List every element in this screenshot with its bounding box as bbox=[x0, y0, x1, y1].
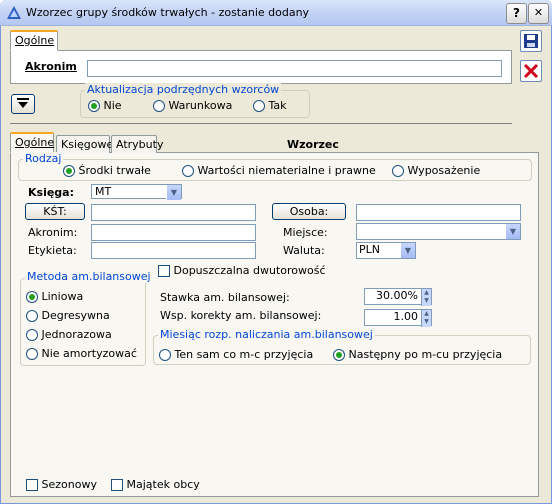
kst-button[interactable]: KŚT: bbox=[25, 203, 85, 220]
miesiac-ten-sam[interactable]: Ten sam co m-c przyjęcia bbox=[159, 348, 313, 361]
rodzaj-title: Rodzaj bbox=[23, 152, 64, 165]
stawka-input[interactable]: 30.00% ▲ ▼ bbox=[364, 288, 432, 306]
chevron-down-icon[interactable]: ▼ bbox=[505, 224, 520, 239]
radio-ten-sam[interactable] bbox=[159, 349, 171, 361]
cancel-icon bbox=[523, 63, 539, 79]
akronim2-label: Akronim: bbox=[28, 226, 78, 239]
save-icon bbox=[524, 34, 538, 48]
aktualizacja-warunkowa[interactable]: Warunkowa bbox=[153, 99, 232, 112]
metoda-title: Metoda am.bilansowej bbox=[25, 270, 153, 283]
aktualizacja-tak[interactable]: Tak bbox=[253, 99, 287, 112]
ksiega-select[interactable]: MT ▼ bbox=[91, 184, 182, 200]
radio-wyposazenie[interactable] bbox=[392, 165, 404, 177]
metoda-degresywna[interactable]: Degresywna bbox=[26, 309, 110, 322]
radio-nastepny[interactable] bbox=[333, 349, 345, 361]
close-button[interactable]: ✕ bbox=[528, 3, 549, 24]
radio-wartosci[interactable] bbox=[182, 165, 194, 177]
radio-warunkowa[interactable] bbox=[153, 100, 165, 112]
radio-liniowa[interactable] bbox=[26, 291, 38, 303]
app-icon bbox=[6, 5, 22, 21]
rodzaj-srodki[interactable]: Środki trwałe bbox=[63, 164, 151, 177]
tab-ksiegowe[interactable]: Księgowe bbox=[56, 135, 113, 153]
spinner[interactable]: ▲ ▼ bbox=[421, 310, 431, 327]
wsp-input[interactable]: 1.00 ▲ ▼ bbox=[364, 309, 432, 327]
waluta-label: Waluta: bbox=[283, 244, 325, 257]
osoba-input[interactable] bbox=[356, 204, 521, 221]
radio-tak[interactable] bbox=[253, 100, 265, 112]
akronim-input[interactable] bbox=[87, 60, 502, 77]
tab-top-ogolne-label: Ogólne bbox=[15, 34, 55, 47]
arrow-down-icon bbox=[17, 98, 29, 108]
save-button[interactable] bbox=[520, 30, 542, 52]
tab-ogolne[interactable]: Ogólne bbox=[10, 132, 54, 153]
checkbox[interactable] bbox=[111, 479, 123, 491]
majatek-checkbox[interactable]: Majątek obcy bbox=[111, 478, 200, 491]
waluta-select[interactable]: PLN ▼ bbox=[356, 242, 416, 259]
miejsce-select[interactable]: ▼ bbox=[356, 223, 521, 240]
radio-nie[interactable] bbox=[88, 100, 100, 112]
checkbox[interactable] bbox=[26, 479, 38, 491]
radio-nie-amortyzowac[interactable] bbox=[26, 348, 38, 360]
metoda-nie-amortyzowac[interactable]: Nie amortyzować bbox=[26, 347, 137, 360]
rodzaj-wartosci[interactable]: Wartości niematerialne i prawne bbox=[182, 164, 376, 177]
radio-srodki[interactable] bbox=[63, 165, 75, 177]
etykieta-input[interactable] bbox=[91, 242, 256, 259]
chevron-down-icon[interactable]: ▼ bbox=[166, 185, 181, 200]
akronim-label: Akronim bbox=[25, 60, 77, 73]
sezonowy-checkbox[interactable]: Sezonowy bbox=[26, 478, 97, 491]
checkbox[interactable] bbox=[158, 265, 170, 277]
tab-top-ogolne[interactable]: Ogólne bbox=[10, 30, 58, 51]
aktualizacja-title: Aktualizacja podrzędnych wzorców bbox=[85, 83, 282, 96]
ksiega-label: Księga: bbox=[28, 186, 74, 199]
miejsce-label: Miejsce: bbox=[283, 226, 328, 239]
divider bbox=[10, 123, 512, 124]
miesiac-title: Miesiąc rozp. naliczania am.bilansowej bbox=[158, 328, 375, 341]
radio-jednorazowa[interactable] bbox=[26, 329, 38, 341]
chevron-down-icon[interactable]: ▼ bbox=[400, 243, 415, 258]
kst-input[interactable] bbox=[91, 204, 256, 221]
tab-atrybuty[interactable]: Atrybuty bbox=[111, 135, 163, 153]
miesiac-nastepny[interactable]: Następny po m-cu przyjęcia bbox=[333, 348, 502, 361]
dwutorowosc-checkbox[interactable]: Dopuszczalna dwutorowość bbox=[158, 264, 326, 277]
wzorzec-label: Wzorzec bbox=[287, 138, 339, 151]
stawka-label: Stawka am. bilansowej: bbox=[160, 291, 290, 304]
help-button[interactable]: ? bbox=[506, 3, 527, 24]
wsp-label: Wsp. korekty am. bilansowej: bbox=[160, 309, 322, 322]
osoba-button[interactable]: Osoba: bbox=[272, 203, 346, 220]
radio-degresywna[interactable] bbox=[26, 310, 38, 322]
metoda-jednorazowa[interactable]: Jednorazowa bbox=[26, 328, 112, 341]
metoda-liniowa[interactable]: Liniowa bbox=[26, 290, 83, 303]
cancel-button[interactable] bbox=[520, 60, 542, 82]
akronim2-input[interactable] bbox=[91, 224, 256, 241]
collapse-button[interactable] bbox=[11, 94, 35, 114]
spinner[interactable]: ▲ ▼ bbox=[421, 289, 431, 306]
aktualizacja-nie[interactable]: Nie bbox=[88, 99, 122, 112]
window-title: Wzorzec grupy środków trwałych - zostani… bbox=[26, 6, 310, 19]
etykieta-label: Etykieta: bbox=[28, 244, 77, 257]
rodzaj-wyposazenie[interactable]: Wyposażenie bbox=[392, 164, 480, 177]
